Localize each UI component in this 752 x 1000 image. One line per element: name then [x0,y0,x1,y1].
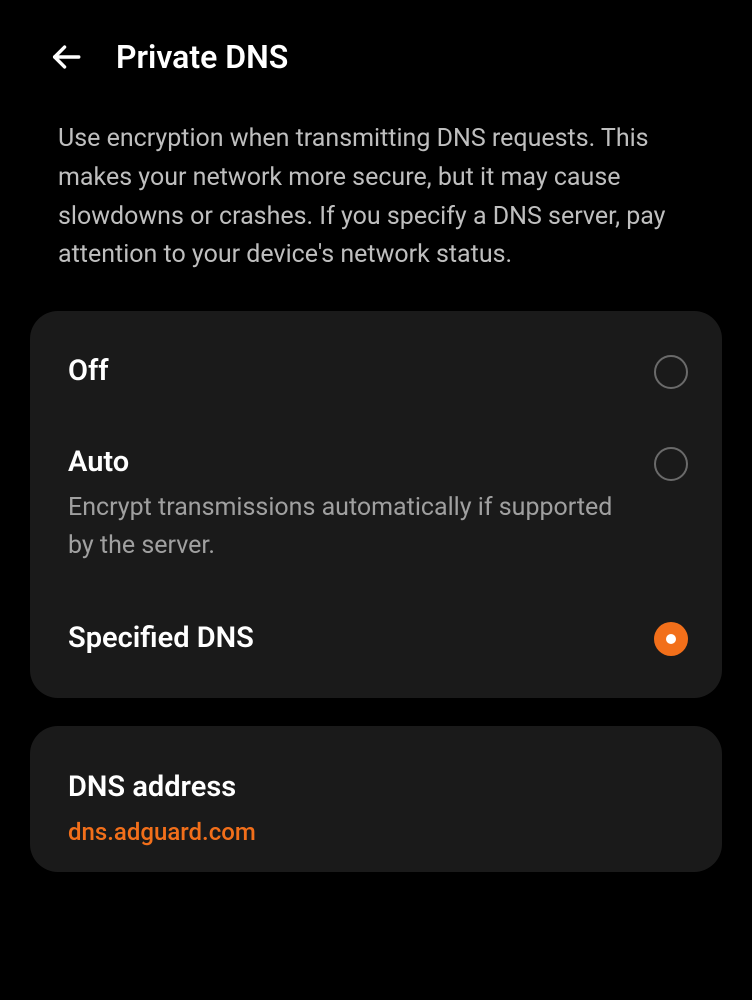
dns-mode-card: Off Auto Encrypt transmissions automatic… [30,311,722,698]
dns-address-value: dns.adguard.com [30,810,722,858]
option-text: Specified DNS [68,621,654,655]
option-off[interactable]: Off [30,325,722,417]
back-arrow-icon[interactable] [48,39,84,75]
page-description: Use encryption when transmitting DNS req… [0,104,752,311]
option-auto-subtitle: Encrypt transmissions automatically if s… [68,489,634,564]
radio-auto[interactable] [654,447,688,481]
radio-off[interactable] [654,355,688,389]
radio-specified[interactable] [654,622,688,656]
option-text: Off [68,354,654,388]
dns-address-title: DNS address [30,740,722,810]
option-text: Auto Encrypt transmissions automatically… [68,445,654,564]
option-auto[interactable]: Auto Encrypt transmissions automatically… [30,417,722,592]
page-header: Private DNS [0,0,752,104]
option-off-title: Off [68,354,634,388]
option-specified[interactable]: Specified DNS [30,592,722,684]
page-title: Private DNS [116,38,288,76]
dns-address-card[interactable]: DNS address dns.adguard.com [30,726,722,872]
option-auto-title: Auto [68,445,634,479]
option-specified-title: Specified DNS [68,621,634,655]
